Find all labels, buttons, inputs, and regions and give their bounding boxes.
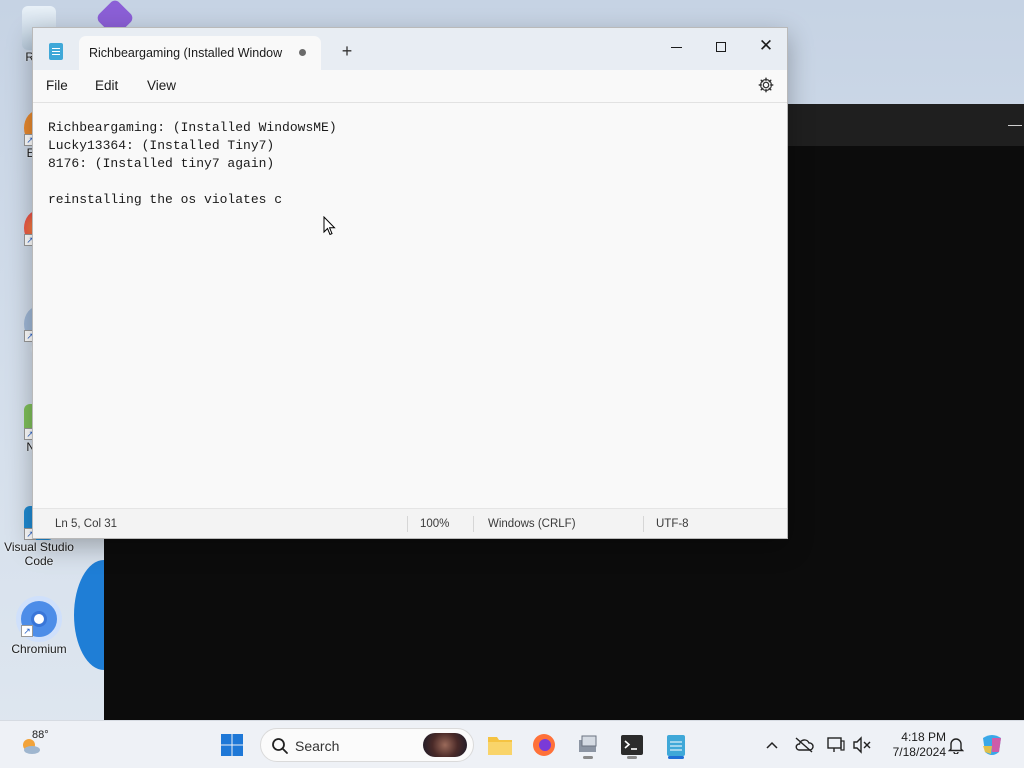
status-divider <box>643 516 644 532</box>
copilot-button[interactable] <box>976 729 1008 761</box>
running-indicator <box>627 756 637 759</box>
tab-title: Richbeargaming (Installed Window <box>89 46 283 60</box>
folder-icon <box>488 737 512 755</box>
copilot-icon <box>983 735 1001 755</box>
editor-line: Richbeargaming: (Installed WindowsME) <box>48 120 337 135</box>
search-highlight-image <box>423 733 467 757</box>
maximize-icon <box>716 42 726 53</box>
terminal-minimize-button[interactable]: — <box>1008 116 1022 132</box>
onedrive-tray[interactable] <box>788 729 820 761</box>
unsaved-dot-icon[interactable] <box>299 49 306 56</box>
search-label: Search <box>295 738 340 754</box>
bell-icon <box>948 738 964 754</box>
chevron-up-icon <box>766 741 778 749</box>
taskbar-app-window[interactable] <box>572 729 604 761</box>
running-indicator <box>583 756 593 759</box>
minimize-button[interactable] <box>653 32 699 60</box>
zoom-level[interactable]: 100% <box>420 518 449 530</box>
editor-line: Lucky13364: (Installed Tiny7) <box>48 138 275 153</box>
notepad-window: Richbeargaming (Installed Window + ✕ Fil… <box>32 27 788 539</box>
status-bar: Ln 5, Col 31 100% Windows (CRLF) UTF-8 <box>33 508 787 538</box>
line-ending[interactable]: Windows (CRLF) <box>488 518 576 530</box>
cloud-offline-icon <box>795 737 814 753</box>
active-indicator <box>668 756 684 759</box>
desktop-icon-chromium[interactable]: ↗ Chromium <box>4 596 74 656</box>
taskbar-firefox[interactable] <box>528 729 560 761</box>
desktop-icon-label: Chromium <box>11 642 67 656</box>
settings-gear-icon[interactable] <box>757 76 775 94</box>
show-hidden-icons-button[interactable] <box>756 729 788 761</box>
shortcut-arrow-icon: ↗ <box>21 625 33 637</box>
maximize-button[interactable] <box>698 32 744 60</box>
menu-file[interactable]: File <box>46 78 68 93</box>
chromium-icon: ↗ <box>16 596 62 642</box>
notepad-app-icon <box>49 43 63 60</box>
network-icon <box>827 737 845 752</box>
mouse-pointer-icon <box>323 216 336 236</box>
menu-bar: File Edit View <box>33 70 787 102</box>
status-divider <box>473 516 474 532</box>
terminal-icon <box>621 735 643 755</box>
taskbar-notepad[interactable] <box>660 729 692 761</box>
desktop-icon-label: Visual Studio Code <box>4 540 74 568</box>
system-clock[interactable]: 4:18 PM 7/18/2024 <box>880 730 946 760</box>
weather-temperature: 88° <box>32 729 49 741</box>
close-button[interactable]: ✕ <box>743 32 789 60</box>
tab-document[interactable]: Richbeargaming (Installed Window <box>79 36 321 70</box>
search-icon <box>272 738 288 754</box>
taskbar-terminal[interactable] <box>616 729 648 761</box>
volume-tray[interactable] <box>846 729 878 761</box>
minimize-icon <box>670 46 682 48</box>
start-button[interactable] <box>216 729 248 761</box>
clock-date: 7/18/2024 <box>892 745 946 759</box>
text-editor[interactable]: Richbeargaming: (Installed WindowsME) Lu… <box>33 102 787 508</box>
title-bar[interactable]: Richbeargaming (Installed Window + ✕ <box>33 28 787 70</box>
notifications-button[interactable] <box>940 729 972 761</box>
new-tab-button[interactable]: + <box>337 41 357 61</box>
encoding[interactable]: UTF-8 <box>656 518 689 530</box>
clock-time: 4:18 PM <box>901 730 946 744</box>
windows-logo-icon <box>221 734 243 756</box>
firefox-icon <box>533 734 555 756</box>
notepad-icon <box>667 735 685 756</box>
editor-line: 8176: (Installed tiny7 again) <box>48 156 275 171</box>
taskbar-file-explorer[interactable] <box>484 729 516 761</box>
speaker-muted-icon <box>853 736 871 754</box>
editor-line: reinstalling the os violates c <box>48 192 283 207</box>
status-divider <box>407 516 408 532</box>
menu-edit[interactable]: Edit <box>95 78 118 93</box>
menu-view[interactable]: View <box>147 78 176 93</box>
taskbar: 88° Search 4:18 PM 7/18/2024 <box>0 720 1024 768</box>
taskbar-search-box[interactable]: Search <box>260 728 474 762</box>
app-window-icon <box>579 735 597 752</box>
cursor-position: Ln 5, Col 31 <box>55 518 118 530</box>
